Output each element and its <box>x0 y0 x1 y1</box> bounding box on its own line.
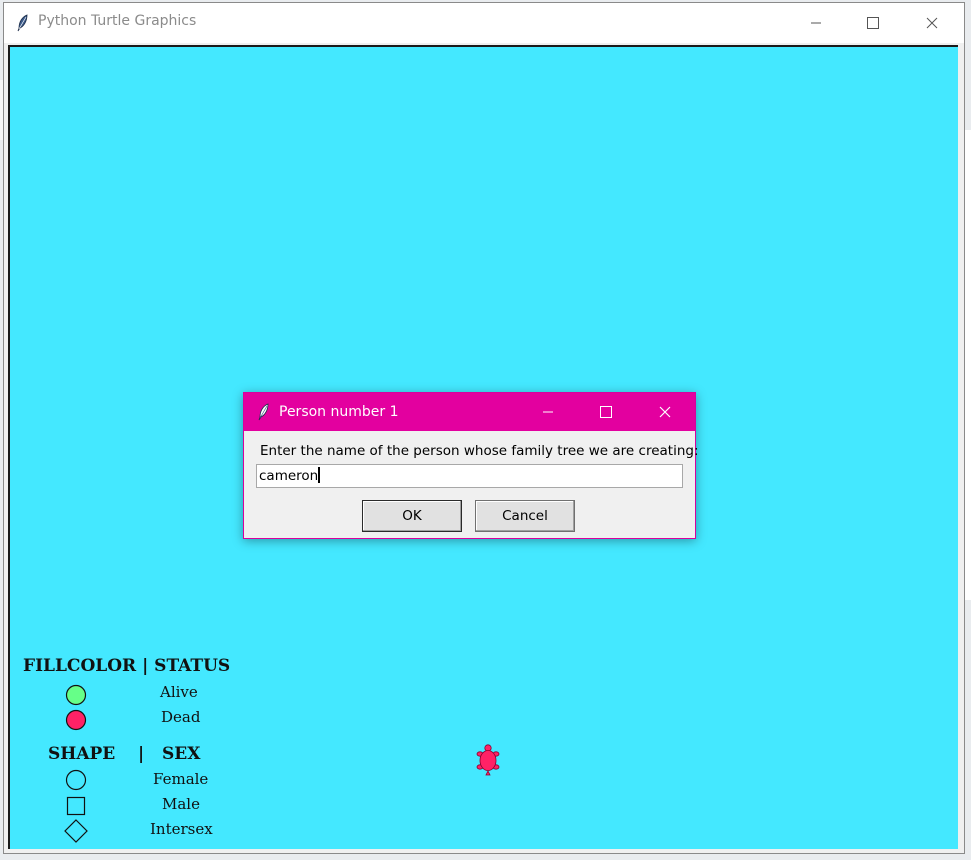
name-input-dialog: Person number 1 Enter the name of the pe… <box>243 392 699 539</box>
legend-shape-header: SHAPE <box>48 744 116 764</box>
minimize-icon <box>811 22 821 24</box>
dialog-minimize-button[interactable] <box>525 393 571 431</box>
legend-male-label: Male <box>162 795 200 813</box>
name-input-value: cameron <box>259 468 319 484</box>
ok-button-label: OK <box>402 508 422 524</box>
window-title: Python Turtle Graphics <box>38 13 197 29</box>
feather-icon <box>16 14 30 32</box>
minimize-button[interactable] <box>793 3 839 43</box>
square-shape-icon <box>66 796 86 816</box>
circle-shape-icon <box>65 769 87 791</box>
diamond-shape-icon <box>64 819 88 843</box>
dead-color-swatch <box>65 709 87 731</box>
dialog-maximize-button[interactable] <box>583 393 629 431</box>
legend-intersex-label: Intersex <box>150 820 213 838</box>
legend-alive-label: Alive <box>160 683 198 701</box>
legend-fill-header: FILLCOLOR | STATUS <box>23 656 231 676</box>
dialog-close-button[interactable] <box>642 393 688 431</box>
legend-shape-separator: | <box>138 744 145 764</box>
minimize-icon <box>543 411 553 413</box>
close-icon <box>659 406 671 418</box>
close-icon <box>926 17 938 29</box>
dialog-prompt: Enter the name of the person whose famil… <box>260 443 699 459</box>
window-titlebar[interactable]: Python Turtle Graphics <box>4 3 964 43</box>
maximize-button[interactable] <box>850 3 896 43</box>
maximize-icon <box>600 406 612 418</box>
legend-sex-header: SEX <box>162 744 201 764</box>
text-caret <box>318 467 321 483</box>
close-button[interactable] <box>909 3 955 43</box>
ok-button[interactable]: OK <box>362 500 462 532</box>
dialog-titlebar[interactable]: Person number 1 <box>244 393 695 431</box>
feather-icon <box>257 403 271 425</box>
legend-female-label: Female <box>153 770 209 788</box>
cancel-button[interactable]: Cancel <box>475 500 575 532</box>
turtle-icon <box>476 744 500 776</box>
maximize-icon <box>867 17 879 29</box>
background-window-fragment <box>965 130 971 600</box>
legend-dead-label: Dead <box>161 708 201 726</box>
dialog-title: Person number 1 <box>279 404 399 420</box>
name-input[interactable]: cameron <box>256 464 683 488</box>
cancel-button-label: Cancel <box>502 508 548 524</box>
alive-color-swatch <box>65 684 87 706</box>
